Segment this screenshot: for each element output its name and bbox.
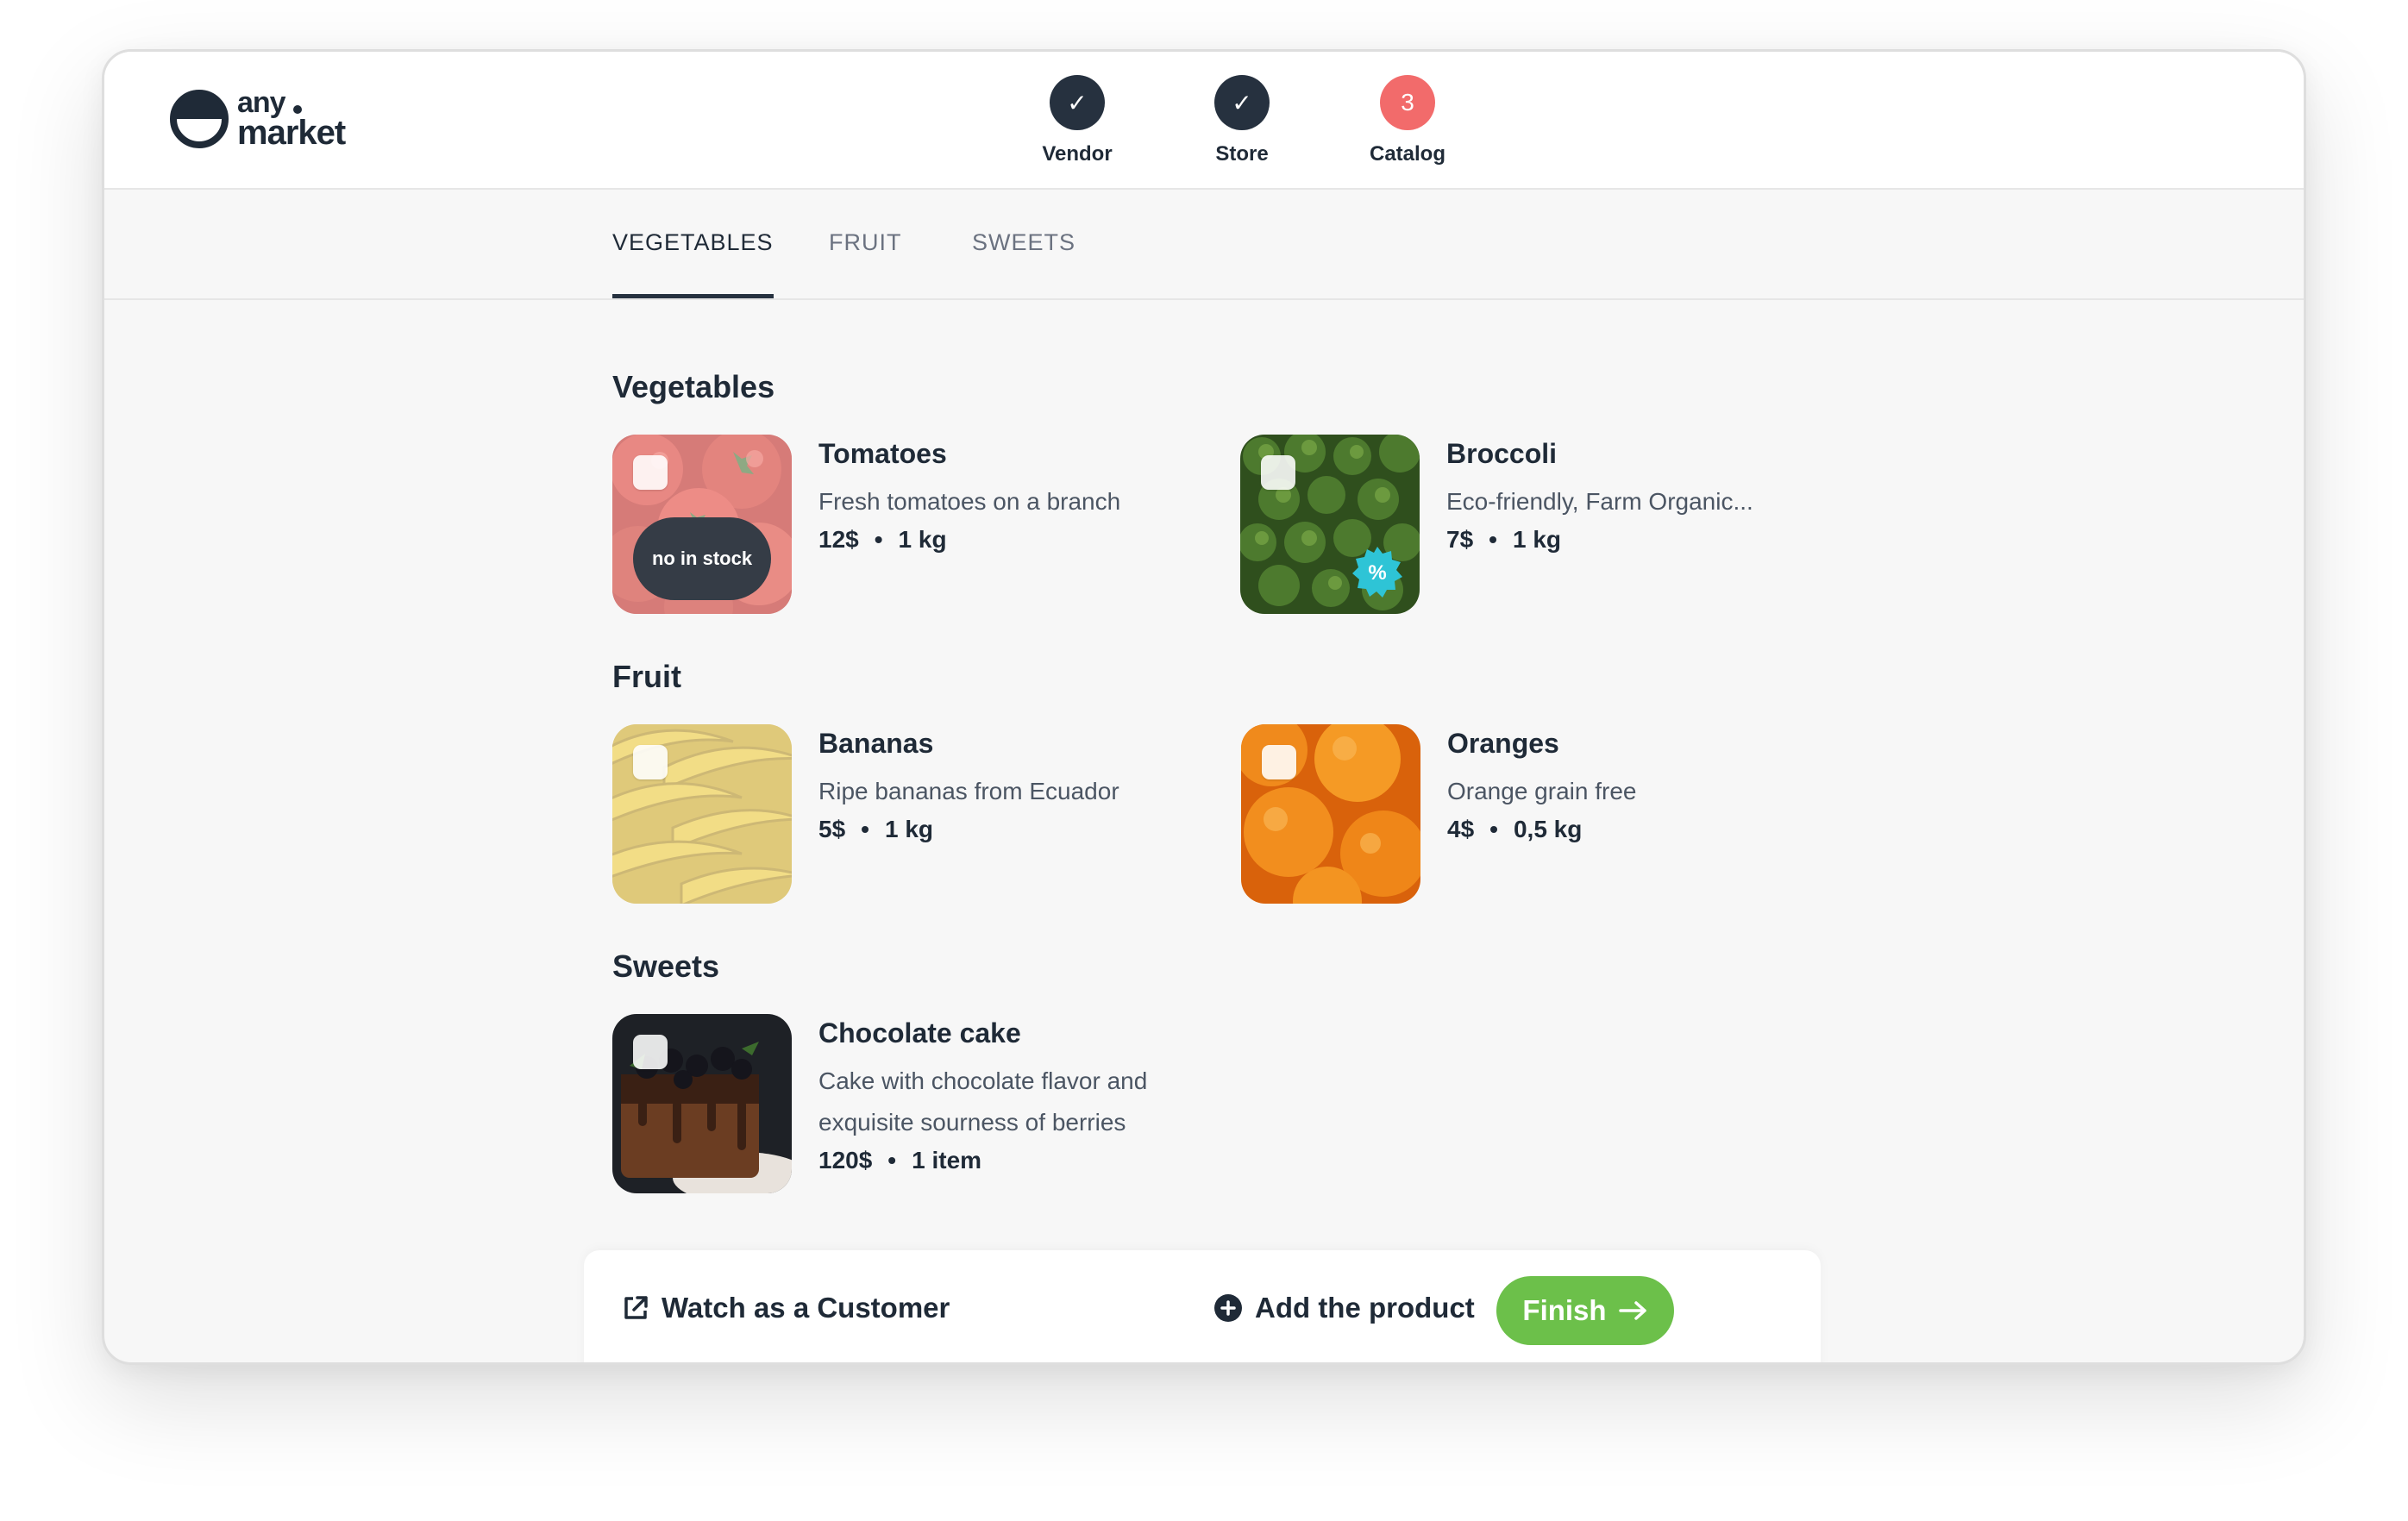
product-price-unit: 7$ • 1 kg [1446,526,1561,554]
product-image-chocolate-cake [612,1014,792,1193]
watch-as-customer-button[interactable]: Watch as a Customer [622,1292,950,1324]
product-unit: 1 kg [884,816,933,842]
step-catalog[interactable]: 3 Catalog [1339,75,1477,166]
check-icon: ✓ [1050,75,1105,130]
section-title-sweets: Sweets [612,948,720,984]
select-checkbox[interactable] [633,1035,668,1069]
tab-vegetables[interactable]: VEGETABLES [612,188,774,298]
product-description: Ripe bananas from Ecuador [818,778,1119,804]
external-link-icon [624,1296,648,1319]
separator-dot: • [1489,526,1497,553]
product-description: Cake with chocolate flavor and exquisite… [818,1067,1148,1136]
add-product-button[interactable]: Add the product [1213,1292,1475,1324]
product-name: Bananas [818,728,934,759]
step-store[interactable]: ✓ Store [1173,75,1311,166]
step-number: 3 [1380,75,1435,130]
product-image-bananas [612,724,792,904]
finish-button[interactable]: Finish [1496,1276,1674,1345]
product-name: Broccoli [1446,438,1558,469]
product-card-tomatoes[interactable]: no in stock Tomatoes Fresh tomatoes on a… [612,435,1233,616]
product-price: 5$ [818,816,846,842]
product-name: Tomatoes [818,438,947,469]
tab-sweets[interactable]: SWEETS [972,188,1075,298]
product-price-unit: 12$ • 1 kg [818,526,947,554]
product-card-bananas[interactable]: Bananas Ripe bananas from Ecuador 5$ • 1 k… [612,724,1233,905]
product-name: Chocolate cake [818,1017,1021,1048]
product-description: Eco-friendly, Farm Organic... [1446,488,1753,515]
separator-dot: • [1489,816,1498,842]
category-tabs: VEGETABLES FRUIT SWEETS [104,188,2304,300]
section-title-vegetables: Vegetables [612,369,775,404]
step-label: Vendor [1042,142,1113,166]
progress-steps: ✓ Vendor ✓ Store 3 Catalog [104,52,2304,188]
svg-text:%: % [1368,561,1386,585]
separator-dot: • [887,1147,897,1174]
product-unit: 1 kg [898,526,947,553]
stock-badge: no in stock [633,517,771,600]
tab-fruit[interactable]: FRUIT [829,188,901,298]
step-label: Store [1215,142,1269,166]
product-price: 12$ [818,526,859,553]
arrow-right-icon [1618,1301,1646,1320]
product-description: Fresh tomatoes on a branch [818,488,1121,515]
add-product-label: Add the product [1255,1292,1475,1324]
plus-circle-icon [1214,1294,1242,1322]
step-vendor[interactable]: ✓ Vendor [1008,75,1146,166]
finish-label: Finish [1522,1294,1607,1326]
discount-percent-icon: % [1352,547,1402,598]
product-price: 7$ [1446,526,1474,553]
product-unit: 1 kg [1512,526,1561,553]
product-image-tomatoes: no in stock [612,435,792,614]
section-title-fruit: Fruit [612,659,681,694]
product-name: Oranges [1447,728,1559,759]
separator-dot: • [861,816,869,842]
step-label: Catalog [1369,142,1445,166]
product-price-unit: 120$ • 1 item [818,1147,981,1174]
app-window: any market ✓ Vendor ✓ Store 3 Catalog VE… [102,49,2306,1365]
check-icon: ✓ [1214,75,1270,130]
select-checkbox[interactable] [633,455,668,490]
product-unit: 0,5 kg [1513,816,1583,842]
select-checkbox[interactable] [1262,745,1296,779]
product-price: 120$ [818,1147,873,1174]
product-description: Orange grain free [1447,778,1637,804]
action-bar: Watch as a Customer Add the product Fini… [584,1250,1821,1362]
select-checkbox[interactable] [633,745,668,779]
product-card-broccoli[interactable]: % Broccoli Eco-friendly, Farm Organic...… [1240,435,1861,616]
separator-dot: • [874,526,883,553]
product-price-unit: 4$ • 0,5 kg [1447,816,1582,843]
product-unit: 1 item [912,1147,982,1174]
product-card-oranges[interactable]: Oranges Orange grain free 4$ • 0,5 kg [1241,724,1862,905]
product-price: 4$ [1447,816,1475,842]
select-checkbox[interactable] [1261,455,1295,490]
watch-as-customer-label: Watch as a Customer [662,1292,950,1324]
product-card-chocolate-cake[interactable]: Chocolate cake Cake with chocolate flavo… [612,1014,1233,1212]
product-image-broccoli: % [1240,435,1420,614]
product-image-oranges [1241,724,1420,904]
product-price-unit: 5$ • 1 kg [818,816,933,843]
header: any market ✓ Vendor ✓ Store 3 Catalog [104,52,2304,190]
